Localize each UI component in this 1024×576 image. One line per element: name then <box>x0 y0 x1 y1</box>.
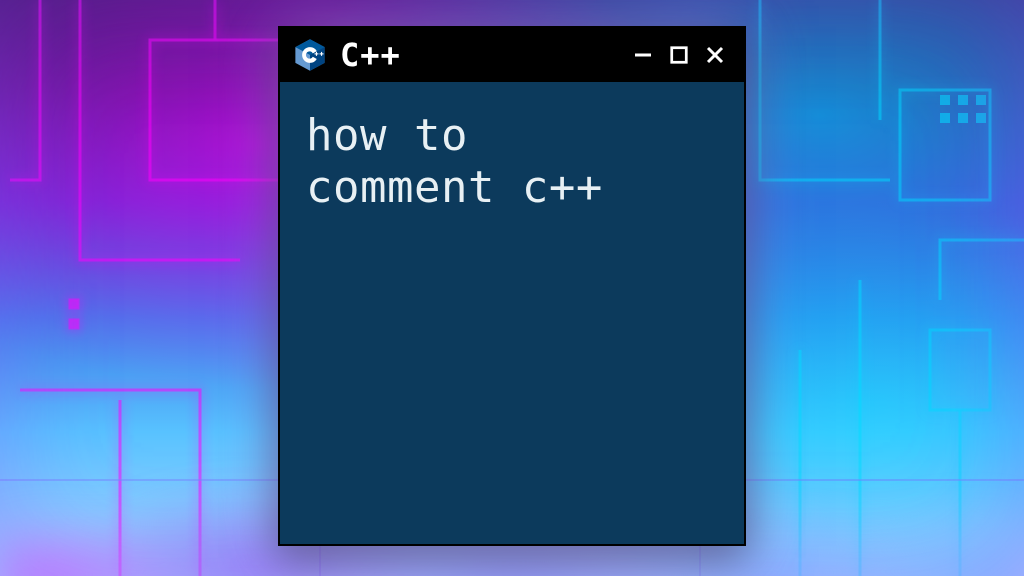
terminal-content: how to comment c++ <box>280 82 744 544</box>
titlebar: C++ <box>280 28 744 82</box>
cpp-logo-icon <box>292 37 328 73</box>
terminal-window: C++ how to comment c++ <box>278 26 746 546</box>
close-button[interactable] <box>700 40 730 70</box>
maximize-icon <box>669 45 689 65</box>
maximize-button[interactable] <box>664 40 694 70</box>
window-controls <box>628 40 730 70</box>
window-title: C++ <box>340 36 616 74</box>
close-icon <box>704 44 726 66</box>
minimize-icon <box>632 44 654 66</box>
minimize-button[interactable] <box>628 40 658 70</box>
